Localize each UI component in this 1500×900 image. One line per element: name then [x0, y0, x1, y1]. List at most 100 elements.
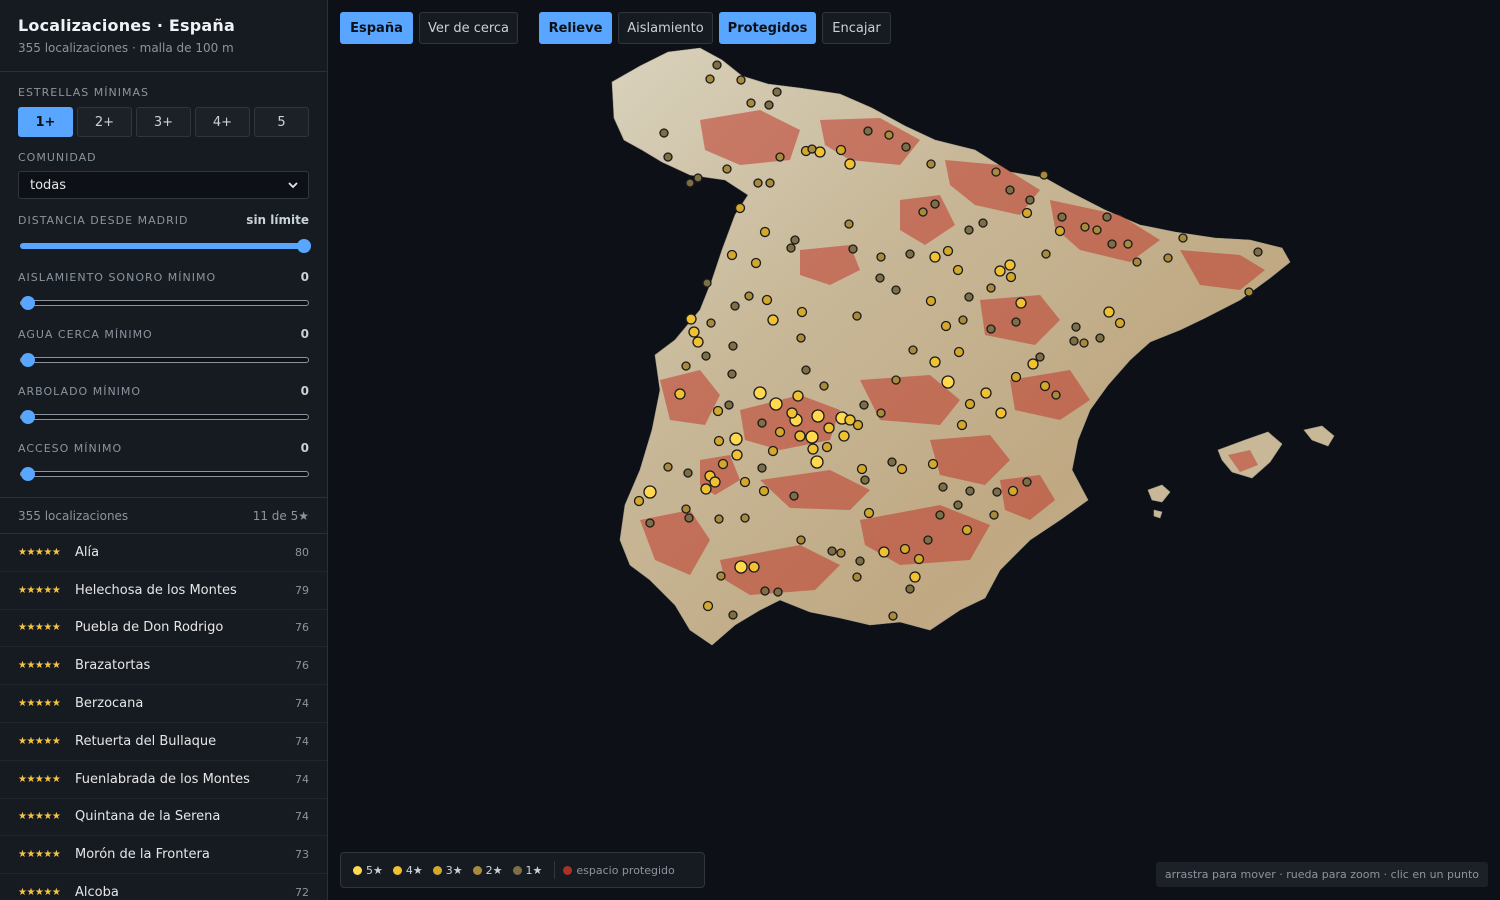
map-point-4star[interactable]	[794, 430, 806, 442]
map-point-1star[interactable]	[645, 518, 655, 528]
map-canvas[interactable]	[329, 0, 1500, 900]
isolation-layer-button[interactable]: Aislamiento	[618, 12, 713, 44]
map-point-2star[interactable]	[722, 164, 732, 174]
map-point-1star[interactable]	[764, 100, 774, 110]
map-point-2star[interactable]	[918, 207, 928, 217]
map-point-3star[interactable]	[739, 476, 751, 488]
map-point-1star[interactable]	[992, 487, 1002, 497]
map-point-2star[interactable]	[1041, 249, 1051, 259]
map-point-4star[interactable]	[767, 314, 779, 326]
map-point-1star[interactable]	[684, 513, 694, 523]
map-point-2star[interactable]	[852, 311, 862, 321]
list-item[interactable]: ★★★★★ Alía 80	[0, 534, 327, 572]
map-point-1star[interactable]	[1071, 322, 1081, 332]
map-point-2star[interactable]	[681, 504, 691, 514]
map-point-1star[interactable]	[1069, 336, 1079, 346]
map-point-2star[interactable]	[852, 572, 862, 582]
map-point-3star[interactable]	[1007, 485, 1019, 497]
list-item[interactable]: ★★★★★ Retuerta del Bullaque 74	[0, 723, 327, 761]
closeup-view-button[interactable]: Ver de cerca	[419, 12, 518, 44]
map-point-4star[interactable]	[878, 546, 890, 558]
map-point-1star[interactable]	[1095, 333, 1105, 343]
map-point-2star[interactable]	[746, 98, 756, 108]
community-select[interactable]: todas	[18, 171, 309, 199]
map-point-3star[interactable]	[856, 463, 868, 475]
map-point-4star[interactable]	[709, 476, 721, 488]
map-point-3star[interactable]	[899, 543, 911, 555]
map-point-1star[interactable]	[923, 535, 933, 545]
espana-view-button[interactable]: España	[340, 12, 413, 44]
map-point-2star[interactable]	[796, 333, 806, 343]
map-point-3star[interactable]	[717, 458, 729, 470]
map-point-1star[interactable]	[978, 218, 988, 228]
map-point-3star[interactable]	[821, 441, 833, 453]
map-point-3star[interactable]	[964, 398, 976, 410]
map-point-3star[interactable]	[863, 507, 875, 519]
map-point-1star[interactable]	[827, 546, 837, 556]
map-point-1star[interactable]	[1102, 212, 1112, 222]
map-point-1star[interactable]	[1253, 247, 1263, 257]
map-point-2star[interactable]	[876, 408, 886, 418]
map-point-1star[interactable]	[693, 173, 703, 183]
map-point-2star[interactable]	[908, 345, 918, 355]
map-point-1star[interactable]	[757, 463, 767, 473]
noise-slider[interactable]	[18, 296, 309, 310]
map-point-3star[interactable]	[1054, 225, 1066, 237]
map-point-1star[interactable]	[953, 500, 963, 510]
map-point-4star[interactable]	[1103, 306, 1115, 318]
map-point-4star[interactable]	[731, 449, 743, 461]
map-point-4star[interactable]	[685, 313, 697, 325]
list-item[interactable]: ★★★★★ Alcoba 72	[0, 874, 327, 900]
map-point-2star[interactable]	[1123, 239, 1133, 249]
list-item[interactable]: ★★★★★ Brazatortas 76	[0, 647, 327, 686]
access-slider-thumb[interactable]	[21, 467, 35, 481]
map-point-4star[interactable]	[792, 390, 804, 402]
map-point-3star[interactable]	[956, 419, 968, 431]
map-point-1star[interactable]	[935, 510, 945, 520]
map-point-2star[interactable]	[884, 130, 894, 140]
stars-5-button[interactable]: 5	[254, 107, 309, 137]
map-point-5star[interactable]	[941, 375, 955, 389]
map-point-3star[interactable]	[767, 445, 779, 457]
map-point-4star[interactable]	[700, 483, 712, 495]
map-point-4star[interactable]	[688, 326, 700, 338]
map-point-1star[interactable]	[1107, 239, 1117, 249]
map-point-4star[interactable]	[823, 422, 835, 434]
map-point-3star[interactable]	[761, 294, 773, 306]
map-point-1star[interactable]	[702, 278, 712, 288]
map-point-2star[interactable]	[1163, 253, 1173, 263]
map-point-2star[interactable]	[1178, 233, 1188, 243]
map-point-1star[interactable]	[901, 142, 911, 152]
map-point-2star[interactable]	[926, 159, 936, 169]
map-point-2star[interactable]	[705, 74, 715, 84]
map-point-3star[interactable]	[712, 405, 724, 417]
map-point-3star[interactable]	[774, 426, 786, 438]
map-point-1star[interactable]	[773, 587, 783, 597]
map-point-1star[interactable]	[891, 285, 901, 295]
map-point-1star[interactable]	[683, 468, 693, 478]
map-point-3star[interactable]	[758, 485, 770, 497]
map-point-1star[interactable]	[1022, 477, 1032, 487]
map-point-3star[interactable]	[961, 524, 973, 536]
map-point-4star[interactable]	[929, 356, 941, 368]
map-point-4star[interactable]	[838, 430, 850, 442]
map-point-5star[interactable]	[769, 397, 783, 411]
map-point-3star[interactable]	[913, 553, 925, 565]
map-point-2star[interactable]	[1039, 170, 1049, 180]
map-point-1star[interactable]	[790, 235, 800, 245]
map-point-1star[interactable]	[724, 400, 734, 410]
map-point-4star[interactable]	[980, 387, 992, 399]
map-point-2star[interactable]	[991, 167, 1001, 177]
map-point-3star[interactable]	[702, 600, 714, 612]
map-point-1star[interactable]	[701, 351, 711, 361]
map-point-1star[interactable]	[728, 610, 738, 620]
map-point-1star[interactable]	[730, 301, 740, 311]
map-point-5star[interactable]	[729, 432, 743, 446]
map-point-3star[interactable]	[953, 346, 965, 358]
map-point-5star[interactable]	[810, 455, 824, 469]
distance-slider-thumb[interactable]	[297, 239, 311, 253]
stars-2-button[interactable]: 2+	[77, 107, 132, 137]
map-point-4star[interactable]	[929, 251, 941, 263]
map-point-4star[interactable]	[1015, 297, 1027, 309]
map-point-3star[interactable]	[942, 245, 954, 257]
